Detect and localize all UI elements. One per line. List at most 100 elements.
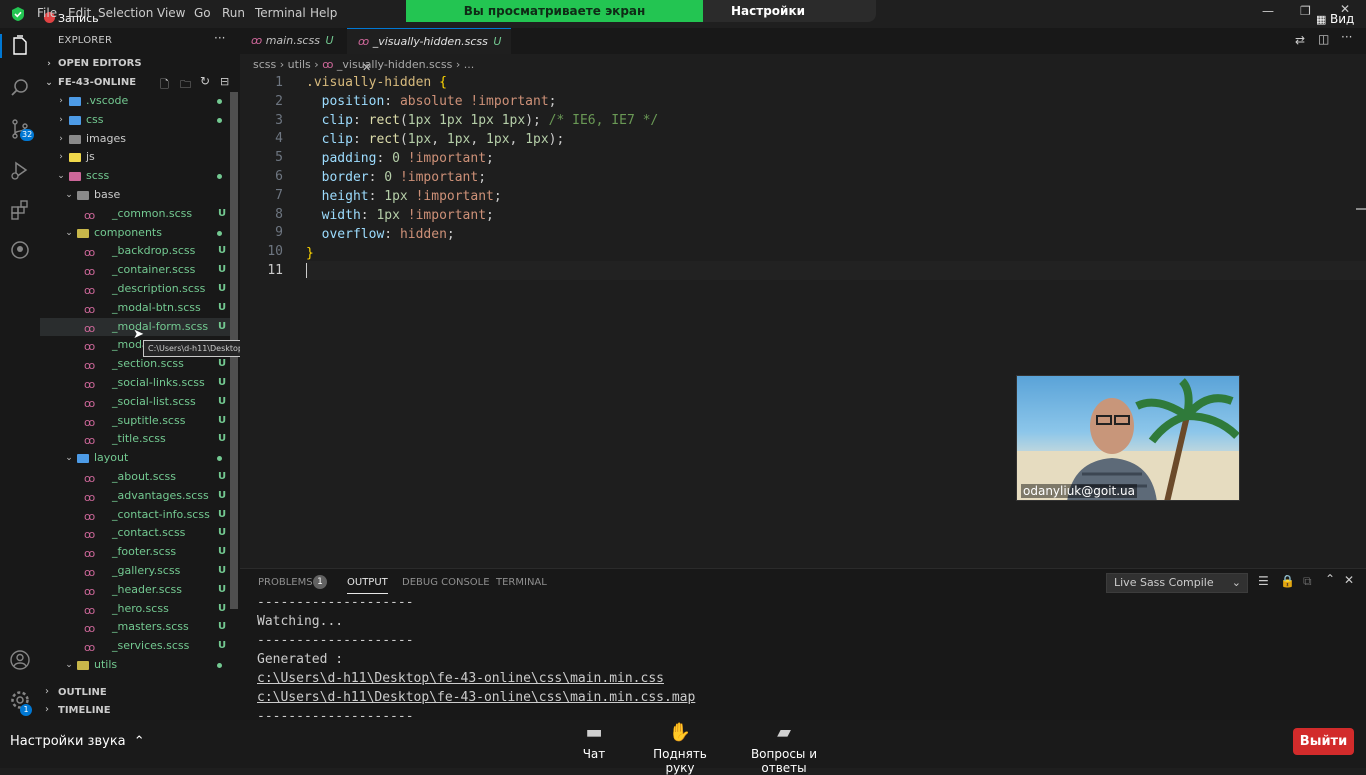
file-container-scss[interactable]: ꝏ _container.scss U bbox=[40, 261, 232, 280]
account-icon[interactable] bbox=[8, 648, 32, 672]
open-editors-section[interactable]: › OPEN EDITORS bbox=[40, 55, 240, 73]
file-backdrop-scss[interactable]: ꝏ _backdrop.scss U bbox=[40, 242, 232, 261]
breadcrumb-item[interactable]: utils bbox=[288, 58, 311, 71]
chat-button[interactable]: ▬ Чат bbox=[569, 720, 619, 768]
menu-help[interactable]: Help bbox=[310, 6, 337, 20]
file-services-scss[interactable]: ꝏ _services.scss U bbox=[40, 637, 232, 656]
file-common-scss[interactable]: ꝏ _common.scss U bbox=[40, 205, 232, 224]
tree-item-label: _services.scss bbox=[112, 639, 190, 653]
qa-button[interactable]: ▰ Вопросы и ответы bbox=[731, 720, 837, 775]
menu-selection[interactable]: Selection bbox=[98, 6, 153, 20]
close-panel-icon[interactable]: ✕ bbox=[1344, 573, 1354, 587]
folder-scss[interactable]: ⌄ scss bbox=[40, 167, 232, 186]
folder-vscode[interactable]: › .vscode bbox=[40, 92, 232, 111]
leave-button[interactable]: Выйти bbox=[1293, 728, 1354, 755]
menu-edit[interactable]: Edit bbox=[68, 6, 91, 20]
explorer-icon[interactable] bbox=[8, 34, 32, 58]
tab-output[interactable]: OUTPUT bbox=[347, 577, 388, 594]
modified-dot bbox=[217, 174, 222, 180]
file-social-list-scss[interactable]: ꝏ _social-list.scss U bbox=[40, 393, 232, 412]
sass-file-icon: ꝏ bbox=[322, 58, 334, 71]
folder-layout[interactable]: ⌄ layout bbox=[40, 449, 232, 468]
folder-utils[interactable]: ⌄ utils bbox=[40, 656, 232, 675]
folder-icon bbox=[69, 97, 81, 106]
file-advantages-scss[interactable]: ꝏ _advantages.scss U bbox=[40, 487, 232, 506]
view-label[interactable]: Вид bbox=[1330, 12, 1354, 26]
output-link[interactable]: c:\Users\d-h11\Desktop\fe-43-online\css\… bbox=[257, 671, 664, 686]
open-log-icon[interactable]: ⧉ bbox=[1303, 574, 1312, 589]
menu-run[interactable]: Run bbox=[222, 6, 245, 20]
open-editors-label: OPEN EDITORS bbox=[58, 58, 142, 69]
tree-item-label: images bbox=[86, 131, 126, 145]
more-actions-icon[interactable]: ··· bbox=[214, 31, 225, 45]
tab-main-scss[interactable]: ꝏ main.scss U bbox=[240, 28, 344, 54]
file-gallery-scss[interactable]: ꝏ _gallery.scss U bbox=[40, 562, 232, 581]
folder-images[interactable]: › images bbox=[40, 130, 232, 149]
tree-item-label: _social-links.scss bbox=[112, 376, 205, 389]
file-contact-scss[interactable]: ꝏ _contact.scss U bbox=[40, 524, 232, 543]
collapse-all-icon[interactable]: ⊟ bbox=[220, 75, 229, 88]
tab-visually-hidden-scss[interactable]: ꝏ _visually-hidden.scss U ✕ bbox=[347, 28, 511, 74]
tab-terminal[interactable]: TERMINAL bbox=[496, 577, 547, 588]
breadcrumb-item[interactable]: _visually-hidden.scss bbox=[337, 58, 452, 71]
folder-js[interactable]: › js bbox=[40, 148, 232, 167]
chevron-down-icon: ⌄ bbox=[57, 171, 65, 182]
file-suptitle-scss[interactable]: ꝏ _suptitle.scss U bbox=[40, 412, 232, 431]
audio-settings-button[interactable]: Настройки звука ⌃ bbox=[10, 734, 145, 749]
view-settings-button[interactable]: Настройки просмотра ⌄ bbox=[703, 0, 876, 40]
file-about-scss[interactable]: ꝏ _about.scss U bbox=[40, 468, 232, 487]
menu-view[interactable]: View bbox=[157, 6, 185, 20]
breadcrumb-item[interactable]: scss bbox=[253, 58, 276, 71]
split-editor-icon[interactable]: ◫ bbox=[1318, 32, 1329, 46]
github-icon[interactable] bbox=[8, 238, 32, 262]
tab-debug-console[interactable]: DEBUG CONSOLE bbox=[402, 577, 490, 588]
maximize-icon[interactable]: ❐ bbox=[1300, 4, 1311, 18]
file-section-scss[interactable]: ꝏ _section.scss U bbox=[40, 355, 232, 374]
folder-base[interactable]: ⌄ base bbox=[40, 186, 232, 205]
folder-components[interactable]: ⌄ components bbox=[40, 224, 232, 243]
file-modal-btn-scss[interactable]: ꝏ _modal-btn.scss U bbox=[40, 299, 232, 318]
maximize-panel-icon[interactable]: ⌃ bbox=[1325, 572, 1335, 586]
output-channel-select[interactable]: Live Sass Compile ⌄ bbox=[1106, 573, 1248, 593]
minimize-icon[interactable]: — bbox=[1262, 4, 1274, 18]
menu-file[interactable]: File bbox=[37, 6, 57, 20]
clear-output-icon[interactable]: ☰ bbox=[1258, 574, 1269, 588]
shield-logo-icon bbox=[12, 7, 24, 21]
menu-go[interactable]: Go bbox=[194, 6, 211, 20]
file-tree: › .vscode › css › images › js ⌄ scss ⌄ base ꝏ _common… bbox=[40, 92, 240, 682]
chevron-down-icon: ⌄ bbox=[45, 78, 53, 88]
output-link[interactable]: c:\Users\d-h11\Desktop\fe-43-online\css\… bbox=[257, 690, 695, 705]
refresh-icon[interactable]: ↻ bbox=[200, 74, 210, 88]
file-hero-scss[interactable]: ꝏ _hero.scss U bbox=[40, 600, 232, 619]
folder-css[interactable]: › css bbox=[40, 111, 232, 130]
file-title-scss[interactable]: ꝏ _title.scss U bbox=[40, 430, 232, 449]
breadcrumb-item[interactable]: ... bbox=[464, 58, 475, 71]
untracked-badge: U bbox=[218, 489, 227, 501]
presenter-video[interactable]: odanyliuk@goit.ua bbox=[1016, 375, 1240, 501]
more-actions-icon[interactable]: ··· bbox=[1341, 30, 1352, 44]
lock-icon[interactable]: 🔒 bbox=[1280, 574, 1295, 588]
file-footer-scss[interactable]: ꝏ _footer.scss U bbox=[40, 543, 232, 562]
file-masters-scss[interactable]: ꝏ _masters.scss U bbox=[40, 618, 232, 637]
source-control-count: 32 bbox=[20, 129, 35, 141]
raise-hand-button[interactable]: ✋ Поднять руку bbox=[638, 720, 722, 775]
line-number: 7 bbox=[275, 187, 283, 203]
file-header-scss[interactable]: ꝏ _header.scss U bbox=[40, 581, 232, 600]
file-description-scss[interactable]: ꝏ _description.scss U bbox=[40, 280, 232, 299]
minimap-marker bbox=[1356, 208, 1366, 210]
grid-view-icon[interactable]: ▦ bbox=[1316, 13, 1326, 26]
untracked-badge: U bbox=[218, 433, 227, 445]
file-social-links-scss[interactable]: ꝏ _social-links.scss U bbox=[40, 374, 232, 393]
extensions-icon[interactable] bbox=[8, 198, 32, 222]
run-debug-icon[interactable] bbox=[8, 158, 32, 182]
compare-changes-icon[interactable]: ⇄ bbox=[1295, 33, 1305, 47]
outline-section[interactable]: OUTLINE bbox=[40, 684, 240, 702]
menu-terminal[interactable]: Terminal bbox=[255, 6, 306, 20]
search-icon[interactable] bbox=[8, 76, 32, 100]
timeline-section[interactable]: TIMELINE bbox=[40, 702, 240, 720]
sass-file-icon: ꝏ bbox=[251, 34, 263, 47]
file-contact-info-scss[interactable]: ꝏ _contact-info.scss U bbox=[40, 506, 232, 525]
tree-item-label: js bbox=[86, 150, 95, 164]
tree-item-label: base bbox=[94, 188, 121, 201]
tab-problems[interactable]: PROBLEMS bbox=[258, 577, 313, 588]
